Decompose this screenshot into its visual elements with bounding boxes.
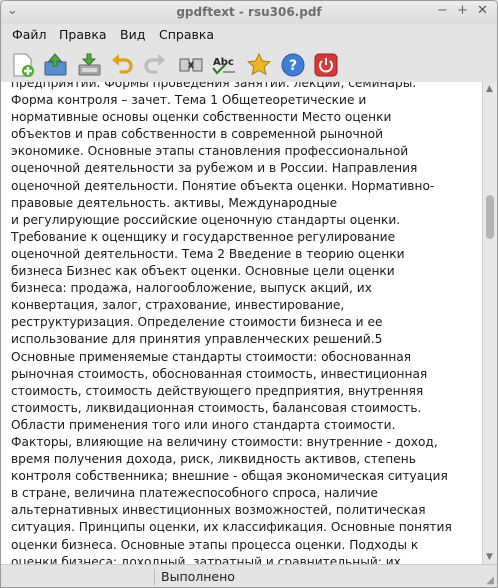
minimize-icon[interactable]: − [437, 3, 448, 18]
scroll-up-icon[interactable]: ▲ [486, 84, 493, 94]
text-line: нормативные основы оценки собственности … [11, 110, 392, 125]
quit-icon[interactable] [313, 52, 339, 78]
text-line: и регулирующие российские оценочную стан… [11, 212, 401, 227]
resize-grip-icon[interactable]: ◢ [486, 575, 494, 586]
text-line: ситуация. Принципы оценки, их классифика… [11, 520, 452, 535]
text-line: Области применения того или иного станда… [11, 417, 396, 432]
undo-icon[interactable] [109, 52, 135, 78]
text-line: использование для принятия управленчески… [11, 332, 383, 347]
menu-view[interactable]: Вид [120, 27, 145, 42]
text-line: в стране, величина платежеспособного спр… [11, 486, 378, 501]
text-line: предприятии. Формы проведения занятий: л… [11, 82, 417, 90]
toolbar: Abc ? [1, 46, 497, 82]
window-title: gpdftext - rsu306.pdf [176, 5, 322, 19]
text-line: оценочной деятельности за рубежом и в Ро… [11, 161, 418, 176]
text-line: Факторы, влияющие на величину стоимости:… [11, 434, 438, 449]
text-line: конвертация, залог, страхование, инвести… [11, 298, 345, 313]
scroll-down-icon[interactable]: ▼ [486, 552, 493, 562]
text-line: рыночная стоимость, обоснованная стоимос… [11, 366, 428, 381]
text-line: время получения дохода, риск, ликвидност… [11, 452, 416, 467]
text-editor[interactable]: предприятии. Формы проведения занятий: л… [1, 82, 482, 564]
menu-file[interactable]: Файл [12, 27, 47, 42]
close-icon[interactable]: ✕ [477, 3, 488, 18]
scrollbar-thumb[interactable] [486, 195, 494, 239]
redo-icon[interactable] [142, 52, 168, 78]
svg-text:?: ? [289, 58, 297, 74]
menu-bar: Файл Правка Вид Справка [1, 24, 497, 46]
title-bar[interactable]: ⌄ gpdftext - rsu306.pdf − + ✕ [1, 1, 497, 24]
text-line: оценки бизнеса. Основные этапы процесса … [11, 537, 419, 552]
open-file-icon[interactable] [42, 52, 68, 78]
help-icon[interactable]: ? [280, 52, 306, 78]
status-divider [154, 569, 155, 585]
maximize-icon[interactable]: + [457, 3, 468, 18]
menu-edit[interactable]: Правка [59, 27, 107, 42]
app-window: ⌄ gpdftext - rsu306.pdf − + ✕ Файл Правк… [0, 0, 498, 588]
status-text: Выполнено [161, 569, 235, 584]
vertical-scrollbar[interactable]: ▲ ▼ [482, 82, 497, 564]
text-line: реструктуризация. Определение стоимости … [11, 315, 383, 330]
text-line: Форма контроля – зачет. Тема 1 Общетеоре… [11, 93, 367, 108]
text-line: Требование к оценщику и государственное … [11, 229, 396, 244]
text-line: бизнеса: продажа, налогообложение, выпус… [11, 281, 372, 296]
text-line: стоимость, ликвидационная стоимость, бал… [11, 400, 422, 415]
spell-check-icon[interactable]: Abc [211, 52, 237, 78]
text-line: стоимость, стоимость действующего предпр… [11, 383, 424, 398]
new-file-icon[interactable] [10, 52, 36, 78]
save-file-icon[interactable] [76, 52, 102, 78]
text-line: оценочной деятельности. Понятие объекта … [11, 178, 435, 193]
status-bar: Выполнено ◢ [1, 564, 497, 587]
text-line: контроля собственника; внешние - общая э… [11, 469, 448, 484]
text-line: Основные применяемые стандарты стоимости… [11, 349, 412, 364]
document-text[interactable]: предприятии. Формы проведения занятий: л… [11, 82, 457, 564]
text-line: правовые деятельность. активы, Междунаро… [11, 195, 338, 210]
text-line: бизнеса Бизнес как объект оценки. Основн… [11, 264, 395, 279]
spell-toggle-icon[interactable] [178, 52, 204, 78]
text-line: экономике. Основные этапы становления пр… [11, 144, 409, 159]
text-line: объектов и прав собственности в современ… [11, 127, 384, 142]
text-line: оценки бизнеса: доходный, затратный и ср… [11, 554, 401, 564]
bookmark-star-icon[interactable] [246, 52, 272, 78]
text-line: оценочной деятельности. Тема 2 Введение … [11, 246, 405, 261]
menu-help[interactable]: Справка [159, 27, 214, 42]
text-line: альтернативных инвестиционных возможност… [11, 503, 426, 518]
